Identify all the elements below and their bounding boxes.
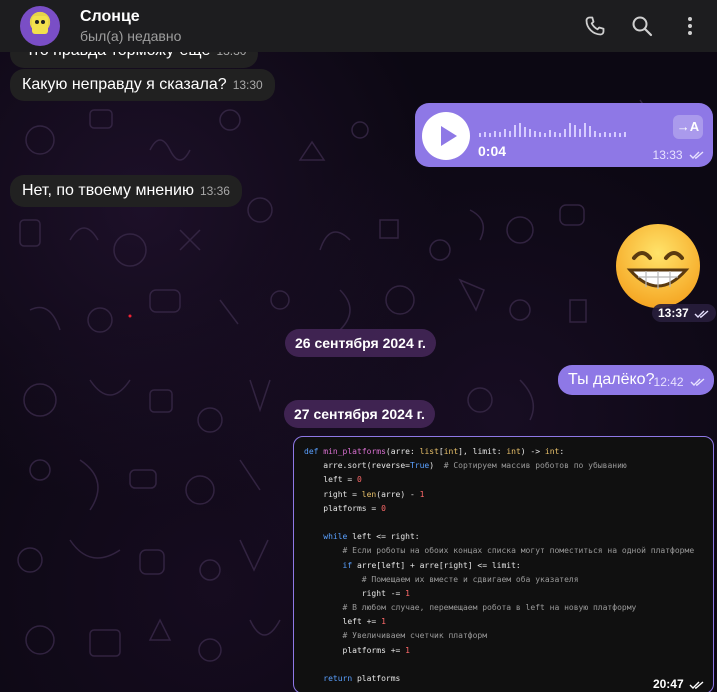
code-line: platforms = 0 [304, 503, 386, 513]
date-separator: 26 сентября 2024 г. [285, 329, 436, 357]
contact-status: был(а) недавно [80, 28, 182, 44]
grinning-face-emoji [616, 224, 700, 308]
double-check-icon [690, 378, 705, 386]
message-outgoing[interactable]: Ты далёко? 12:42 [558, 365, 714, 395]
date-separator: 27 сентября 2024 г. [284, 400, 435, 428]
code-line: platforms += 1 [304, 645, 410, 655]
waveform[interactable] [477, 117, 637, 141]
code-line: left = 0 [304, 475, 362, 485]
message-time: 13:36 [199, 184, 230, 198]
double-check-icon [694, 310, 709, 318]
emoji-time: 13:37 [652, 304, 717, 322]
code-line: left += 1 [304, 617, 386, 627]
message-text: Ты далёко? [568, 371, 655, 388]
code-line: return platforms [323, 674, 401, 683]
double-check-icon [689, 681, 704, 689]
more-icon[interactable] [678, 14, 702, 38]
transcribe-icon: →A [676, 119, 700, 134]
search-icon[interactable] [630, 14, 654, 38]
code-line: arre.sort(reverse=True) # Сортируем масс… [304, 461, 627, 471]
transcribe-button[interactable]: →A [673, 115, 703, 139]
code-line: while left <= right: [323, 532, 420, 542]
play-icon [441, 126, 457, 146]
message-time: 12:42 [654, 373, 706, 391]
voice-message[interactable]: 0:04 →A 13:33 [415, 103, 713, 167]
code-line: right -= 1 [304, 588, 410, 598]
code-message[interactable]: def min_platforms(arre: list[int], limit… [293, 436, 714, 692]
voice-duration: 0:04 [478, 143, 507, 159]
message-incoming[interactable]: Какую неправду я сказала? 13:30 [10, 69, 275, 101]
code-content[interactable]: def min_platforms(arre: list[int], limit… [304, 445, 713, 686]
contact-name[interactable]: Слонце [80, 8, 140, 26]
double-check-icon [689, 151, 704, 159]
message-time: 20:47 [653, 677, 705, 691]
code-line: right = len(arre) - 1 [304, 489, 425, 499]
code-line: # Увеличиваем счетчик платформ [342, 631, 488, 641]
code-line: # Если роботы на обоих концах списка мог… [342, 546, 695, 556]
message-time: 13:30 [232, 78, 263, 92]
message-incoming[interactable]: Нет, по твоему мнению 13:36 [10, 175, 242, 207]
code-line: # Помещаем их вместе и сдвигаем оба указ… [361, 574, 579, 584]
phone-icon[interactable] [583, 14, 607, 38]
voice-time: 13:33 [653, 146, 705, 164]
message-text: Нет, по твоему мнению [22, 182, 194, 199]
play-button[interactable] [422, 112, 470, 160]
code-line: def min_platforms(arre: list[int], limit… [304, 447, 565, 456]
chat-header[interactable]: Слонце был(а) недавно [0, 0, 717, 52]
emoji-message[interactable] [612, 222, 704, 310]
contact-avatar[interactable] [20, 6, 60, 46]
code-line: if arre[left] + arre[right] <= limit: [342, 560, 521, 570]
code-line: # В любом случае, перемещаем робота в le… [342, 603, 637, 613]
message-text: Какую неправду я сказала? [22, 76, 227, 93]
